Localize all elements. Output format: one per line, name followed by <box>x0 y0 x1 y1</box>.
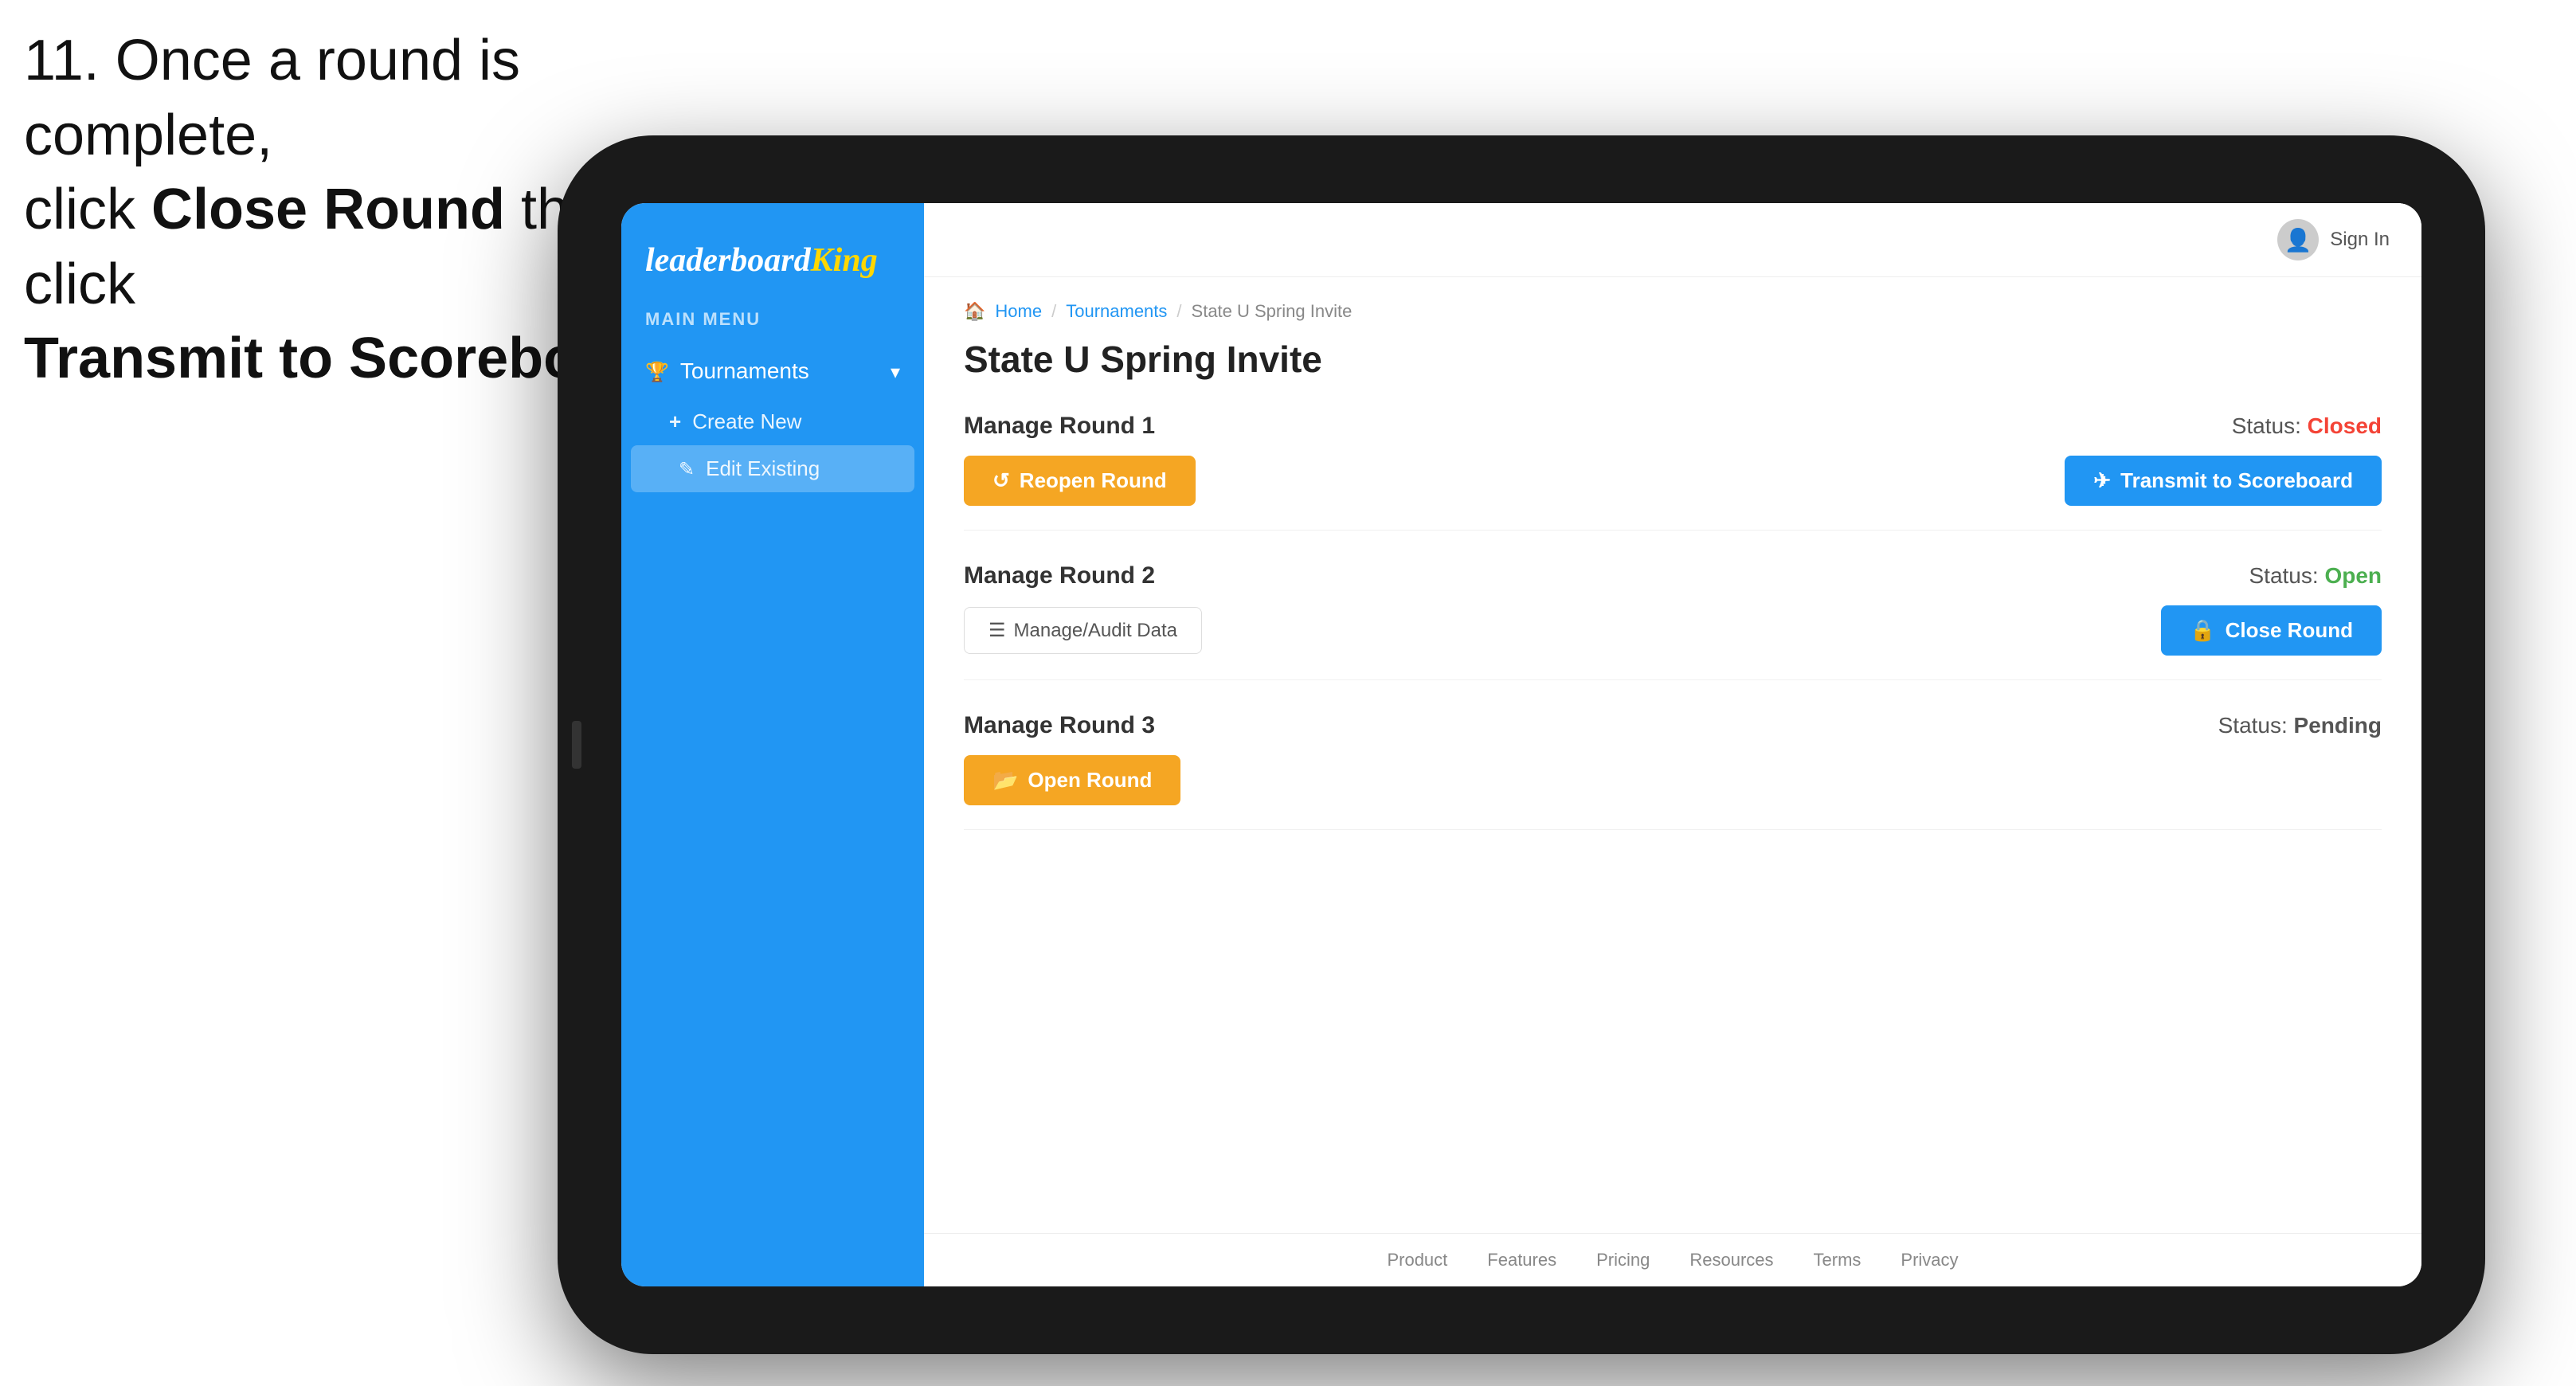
sign-in-label[interactable]: Sign In <box>2330 229 2390 251</box>
main-content: 👤 Sign In 🏠 Home / Tournaments / State U… <box>924 203 2421 1286</box>
round-2-status: Status: Open <box>2249 563 2382 589</box>
breadcrumb-home[interactable]: Home <box>995 301 1042 322</box>
footer-resources[interactable]: Resources <box>1689 1250 1773 1270</box>
sidebar-item-tournaments[interactable]: Tournaments <box>621 344 924 398</box>
sidebar: leaderboardKing MAIN MENU Tournaments Cr… <box>621 203 924 1286</box>
breadcrumb-current: State U Spring Invite <box>1192 301 1353 322</box>
reload-icon: ↺ <box>992 468 1010 493</box>
footer-features[interactable]: Features <box>1487 1250 1556 1270</box>
sign-in-area[interactable]: 👤 Sign In <box>2277 219 2390 260</box>
footer-privacy[interactable]: Privacy <box>1901 1250 1958 1270</box>
round-3-status: Status: Pending <box>2218 713 2382 738</box>
open-round-button[interactable]: 📂 Open Round <box>964 755 1180 805</box>
audit-icon: ☰ <box>989 619 1006 642</box>
breadcrumb-tournaments[interactable]: Tournaments <box>1066 301 1167 322</box>
app-logo: leaderboardKing <box>645 243 900 277</box>
round-3-section: Manage Round 3 Status: Pending 📂 Open Ro… <box>964 712 2382 830</box>
round-3-status-value: Pending <box>2294 713 2382 738</box>
round-2-status-value: Open <box>2324 563 2382 588</box>
trophy-icon <box>645 358 669 384</box>
close-round-button[interactable]: 🔒 Close Round <box>2161 605 2382 656</box>
round-1-status-value: Closed <box>2308 413 2382 438</box>
send-icon: ✈ <box>2093 468 2111 493</box>
page-title: State U Spring Invite <box>964 338 2382 381</box>
avatar: 👤 <box>2277 219 2319 260</box>
home-icon: 🏠 <box>964 301 985 322</box>
main-menu-label: MAIN MENU <box>621 301 924 338</box>
round-1-title: Manage Round 1 <box>964 413 1155 440</box>
tablet-side-button <box>572 721 581 769</box>
logo-area: leaderboardKing <box>621 227 924 301</box>
page-body: 🏠 Home / Tournaments / State U Spring In… <box>924 277 2421 1233</box>
round-2-title: Manage Round 2 <box>964 562 1155 589</box>
tablet-frame: leaderboardKing MAIN MENU Tournaments Cr… <box>558 135 2485 1354</box>
sidebar-create-new[interactable]: Create New <box>621 398 924 445</box>
footer-pricing[interactable]: Pricing <box>1596 1250 1650 1270</box>
footer-product[interactable]: Product <box>1387 1250 1447 1270</box>
open-icon: 📂 <box>992 768 1018 793</box>
round-1-status: Status: Closed <box>2232 413 2382 439</box>
plus-icon <box>669 409 681 434</box>
manage-audit-button[interactable]: ☰ Manage/Audit Data <box>964 607 1202 654</box>
chevron-down-icon <box>891 358 900 384</box>
round-3-title: Manage Round 3 <box>964 712 1155 739</box>
app-header: 👤 Sign In <box>924 203 2421 277</box>
round-2-section: Manage Round 2 Status: Open ☰ Manage/Aud… <box>964 562 2382 680</box>
sidebar-edit-existing[interactable]: Edit Existing <box>631 445 914 492</box>
round-1-section: Manage Round 1 Status: Closed ↺ Reopen R… <box>964 413 2382 531</box>
breadcrumb: 🏠 Home / Tournaments / State U Spring In… <box>964 301 2382 322</box>
tablet-screen: leaderboardKing MAIN MENU Tournaments Cr… <box>621 203 2421 1286</box>
transmit-scoreboard-button[interactable]: ✈ Transmit to Scoreboard <box>2065 456 2382 506</box>
footer-terms[interactable]: Terms <box>1814 1250 1862 1270</box>
reopen-round-button[interactable]: ↺ Reopen Round <box>964 456 1196 506</box>
edit-icon <box>679 456 695 481</box>
lock-icon: 🔒 <box>2190 618 2215 643</box>
app-footer: Product Features Pricing Resources Terms… <box>924 1233 2421 1286</box>
